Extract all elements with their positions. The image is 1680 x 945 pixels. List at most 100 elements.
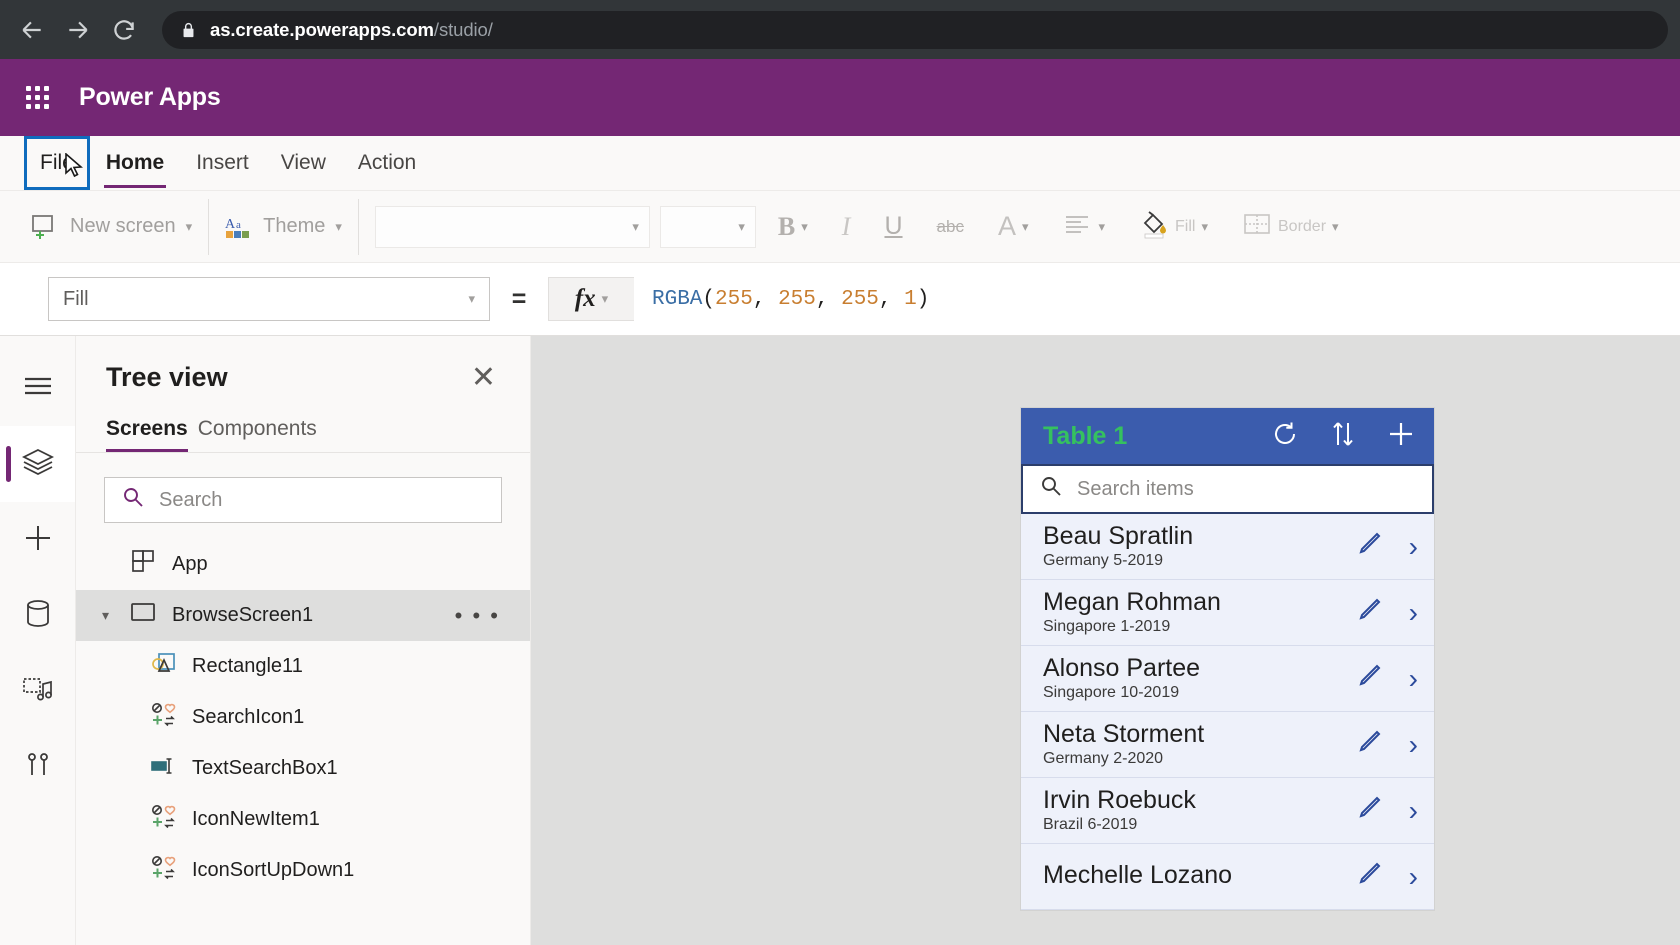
tree-item-rectangle11[interactable]: Rectangle11	[76, 641, 530, 692]
chevron-right-icon[interactable]: ›	[1409, 664, 1418, 693]
font-size-select[interactable]: ▾	[659, 205, 756, 248]
theme-button[interactable]: A a Theme ▾	[225, 214, 342, 240]
underline-button[interactable]: U	[872, 212, 914, 241]
menu-item-action[interactable]: Action	[342, 136, 432, 190]
gallery-row-name: Mechelle Lozano	[1043, 861, 1233, 890]
formula-arg-2: 255	[841, 287, 879, 311]
edit-pencil-icon[interactable]	[1357, 663, 1387, 694]
sort-icon[interactable]	[1330, 419, 1356, 454]
chevron-right-icon[interactable]: ›	[1409, 532, 1418, 561]
edit-pencil-icon[interactable]	[1357, 597, 1387, 628]
tree-item-browsescreen1[interactable]: ▾ BrowseScreen1 • • •	[76, 590, 530, 641]
refresh-icon[interactable]	[1270, 419, 1300, 454]
tree-item-iconsortupdown1-label: IconSortUpDown1	[192, 859, 355, 881]
tree-item-iconsortupdown1[interactable]: IconSortUpDown1	[76, 845, 530, 896]
chevron-down-icon[interactable]: ▾	[102, 607, 116, 624]
tab-screens[interactable]: Screens	[106, 417, 188, 452]
table-row[interactable]: Alonso Partee Singapore 10-2019 ›	[1021, 646, 1434, 712]
bold-button[interactable]: B ▾	[766, 212, 820, 242]
chevron-down-icon: ▾	[801, 218, 808, 234]
reload-button[interactable]	[104, 10, 144, 50]
menu-item-view[interactable]: View	[265, 136, 342, 190]
tree-search-placeholder: Search	[159, 488, 223, 511]
gallery-row-actions: ›	[1357, 861, 1418, 892]
tree-item-overflow-button[interactable]: • • •	[455, 603, 500, 629]
align-button[interactable]: ▾	[1051, 213, 1118, 240]
table-row[interactable]: Mechelle Lozano ›	[1021, 844, 1434, 910]
tree-item-rectangle11-label: Rectangle11	[192, 655, 303, 677]
edit-pencil-icon[interactable]	[1357, 531, 1387, 562]
chevron-right-icon[interactable]: ›	[1409, 598, 1418, 627]
app-canvas[interactable]: Table 1 Search items Beau Spratlin Germa…	[531, 336, 1680, 945]
menu-item-view-label: View	[280, 151, 326, 174]
table-row[interactable]: Neta Storment Germany 2-2020 ›	[1021, 712, 1434, 778]
tree-item-textsearchbox1-label: TextSearchBox1	[192, 757, 338, 779]
tree-item-searchicon1[interactable]: SearchIcon1	[76, 692, 530, 743]
table-row[interactable]: Beau Spratlin Germany 5-2019 ›	[1021, 514, 1434, 580]
gallery-row-name: Neta Storment	[1043, 720, 1205, 749]
border-button[interactable]: Border ▾	[1230, 212, 1351, 241]
menu-item-insert[interactable]: Insert	[180, 136, 265, 190]
tree-view-title: Tree view	[106, 362, 228, 392]
italic-button[interactable]: I	[830, 212, 863, 242]
menu-bar: File Home Insert View Action	[0, 136, 1680, 191]
bold-label: B	[777, 211, 796, 241]
sidebar-item-media[interactable]	[0, 654, 75, 730]
tree-item-textsearchbox1[interactable]: TextSearchBox1	[76, 743, 530, 794]
url-domain: as.create.powerapps.com	[210, 18, 434, 40]
new-screen-button[interactable]: New screen ▾	[30, 213, 192, 241]
arrow-left-icon	[22, 21, 41, 38]
gallery-row-subtitle: Singapore 10-2019	[1043, 683, 1180, 701]
tree-search-input[interactable]: Search	[104, 477, 502, 523]
fill-label: Fill	[1175, 217, 1196, 235]
tree-item-searchicon1-label: SearchIcon1	[192, 706, 305, 728]
icon-control-icon	[150, 855, 178, 887]
gallery-row-actions: ›	[1357, 531, 1418, 562]
formula-arg-3: 1	[904, 287, 917, 311]
hamburger-menu-button[interactable]	[0, 350, 75, 426]
gallery-row-subtitle: Singapore 1-2019	[1043, 617, 1171, 635]
gallery-actions	[1270, 419, 1416, 454]
formula-arg-1: 255	[778, 287, 816, 311]
back-button[interactable]	[12, 10, 52, 50]
tab-components[interactable]: Components	[198, 417, 317, 452]
property-select[interactable]: Fill ▾	[48, 277, 490, 321]
close-icon[interactable]: ✕	[471, 362, 496, 393]
app-launcher-icon[interactable]	[24, 84, 51, 111]
url-text: as.create.powerapps.com/studio/	[210, 19, 493, 41]
strikethrough-button[interactable]: abc	[925, 217, 976, 237]
forward-button[interactable]	[58, 10, 98, 50]
tab-screens-label: Screens	[106, 417, 188, 440]
menu-item-home[interactable]: Home	[90, 136, 180, 190]
table-row[interactable]: Irvin Roebuck Brazil 6-2019 ›	[1021, 778, 1434, 844]
sidebar-item-tree-view[interactable]	[0, 426, 75, 502]
table-row[interactable]: Megan Rohman Singapore 1-2019 ›	[1021, 580, 1434, 646]
chevron-right-icon[interactable]: ›	[1409, 862, 1418, 891]
theme-label: Theme	[263, 215, 326, 237]
sidebar-item-advanced-tools[interactable]	[0, 730, 75, 806]
address-bar[interactable]: as.create.powerapps.com/studio/	[162, 10, 1668, 49]
tree-item-app[interactable]: App	[76, 539, 530, 590]
gallery-search-input[interactable]: Search items	[1021, 464, 1434, 514]
chevron-down-icon: ▾	[1201, 218, 1208, 234]
chevron-right-icon[interactable]: ›	[1409, 730, 1418, 759]
gallery-header: Table 1	[1021, 408, 1434, 464]
edit-pencil-icon[interactable]	[1357, 729, 1387, 760]
sidebar-item-insert[interactable]	[0, 502, 75, 578]
chevron-right-icon[interactable]: ›	[1409, 796, 1418, 825]
icon-control-icon	[150, 804, 178, 836]
screen-icon	[130, 602, 158, 630]
font-color-button[interactable]: A ▾	[986, 211, 1041, 242]
fx-button[interactable]: fx ▾	[548, 277, 634, 321]
gallery-control[interactable]: Table 1 Search items Beau Spratlin Germa…	[1021, 408, 1434, 910]
fill-button[interactable]: Fill ▾	[1127, 209, 1220, 244]
formula-input[interactable]: RGBA(255, 255, 255, 1)	[634, 277, 1680, 321]
edit-pencil-icon[interactable]	[1357, 795, 1387, 826]
menu-item-file[interactable]: File	[24, 136, 90, 190]
sidebar-item-data[interactable]	[0, 578, 75, 654]
tree-item-iconnewitem1[interactable]: IconNewItem1	[76, 794, 530, 845]
edit-pencil-icon[interactable]	[1357, 861, 1387, 892]
add-icon[interactable]	[1386, 419, 1416, 454]
font-family-select[interactable]: ▾	[374, 205, 650, 248]
chevron-down-icon: ▾	[601, 291, 609, 306]
